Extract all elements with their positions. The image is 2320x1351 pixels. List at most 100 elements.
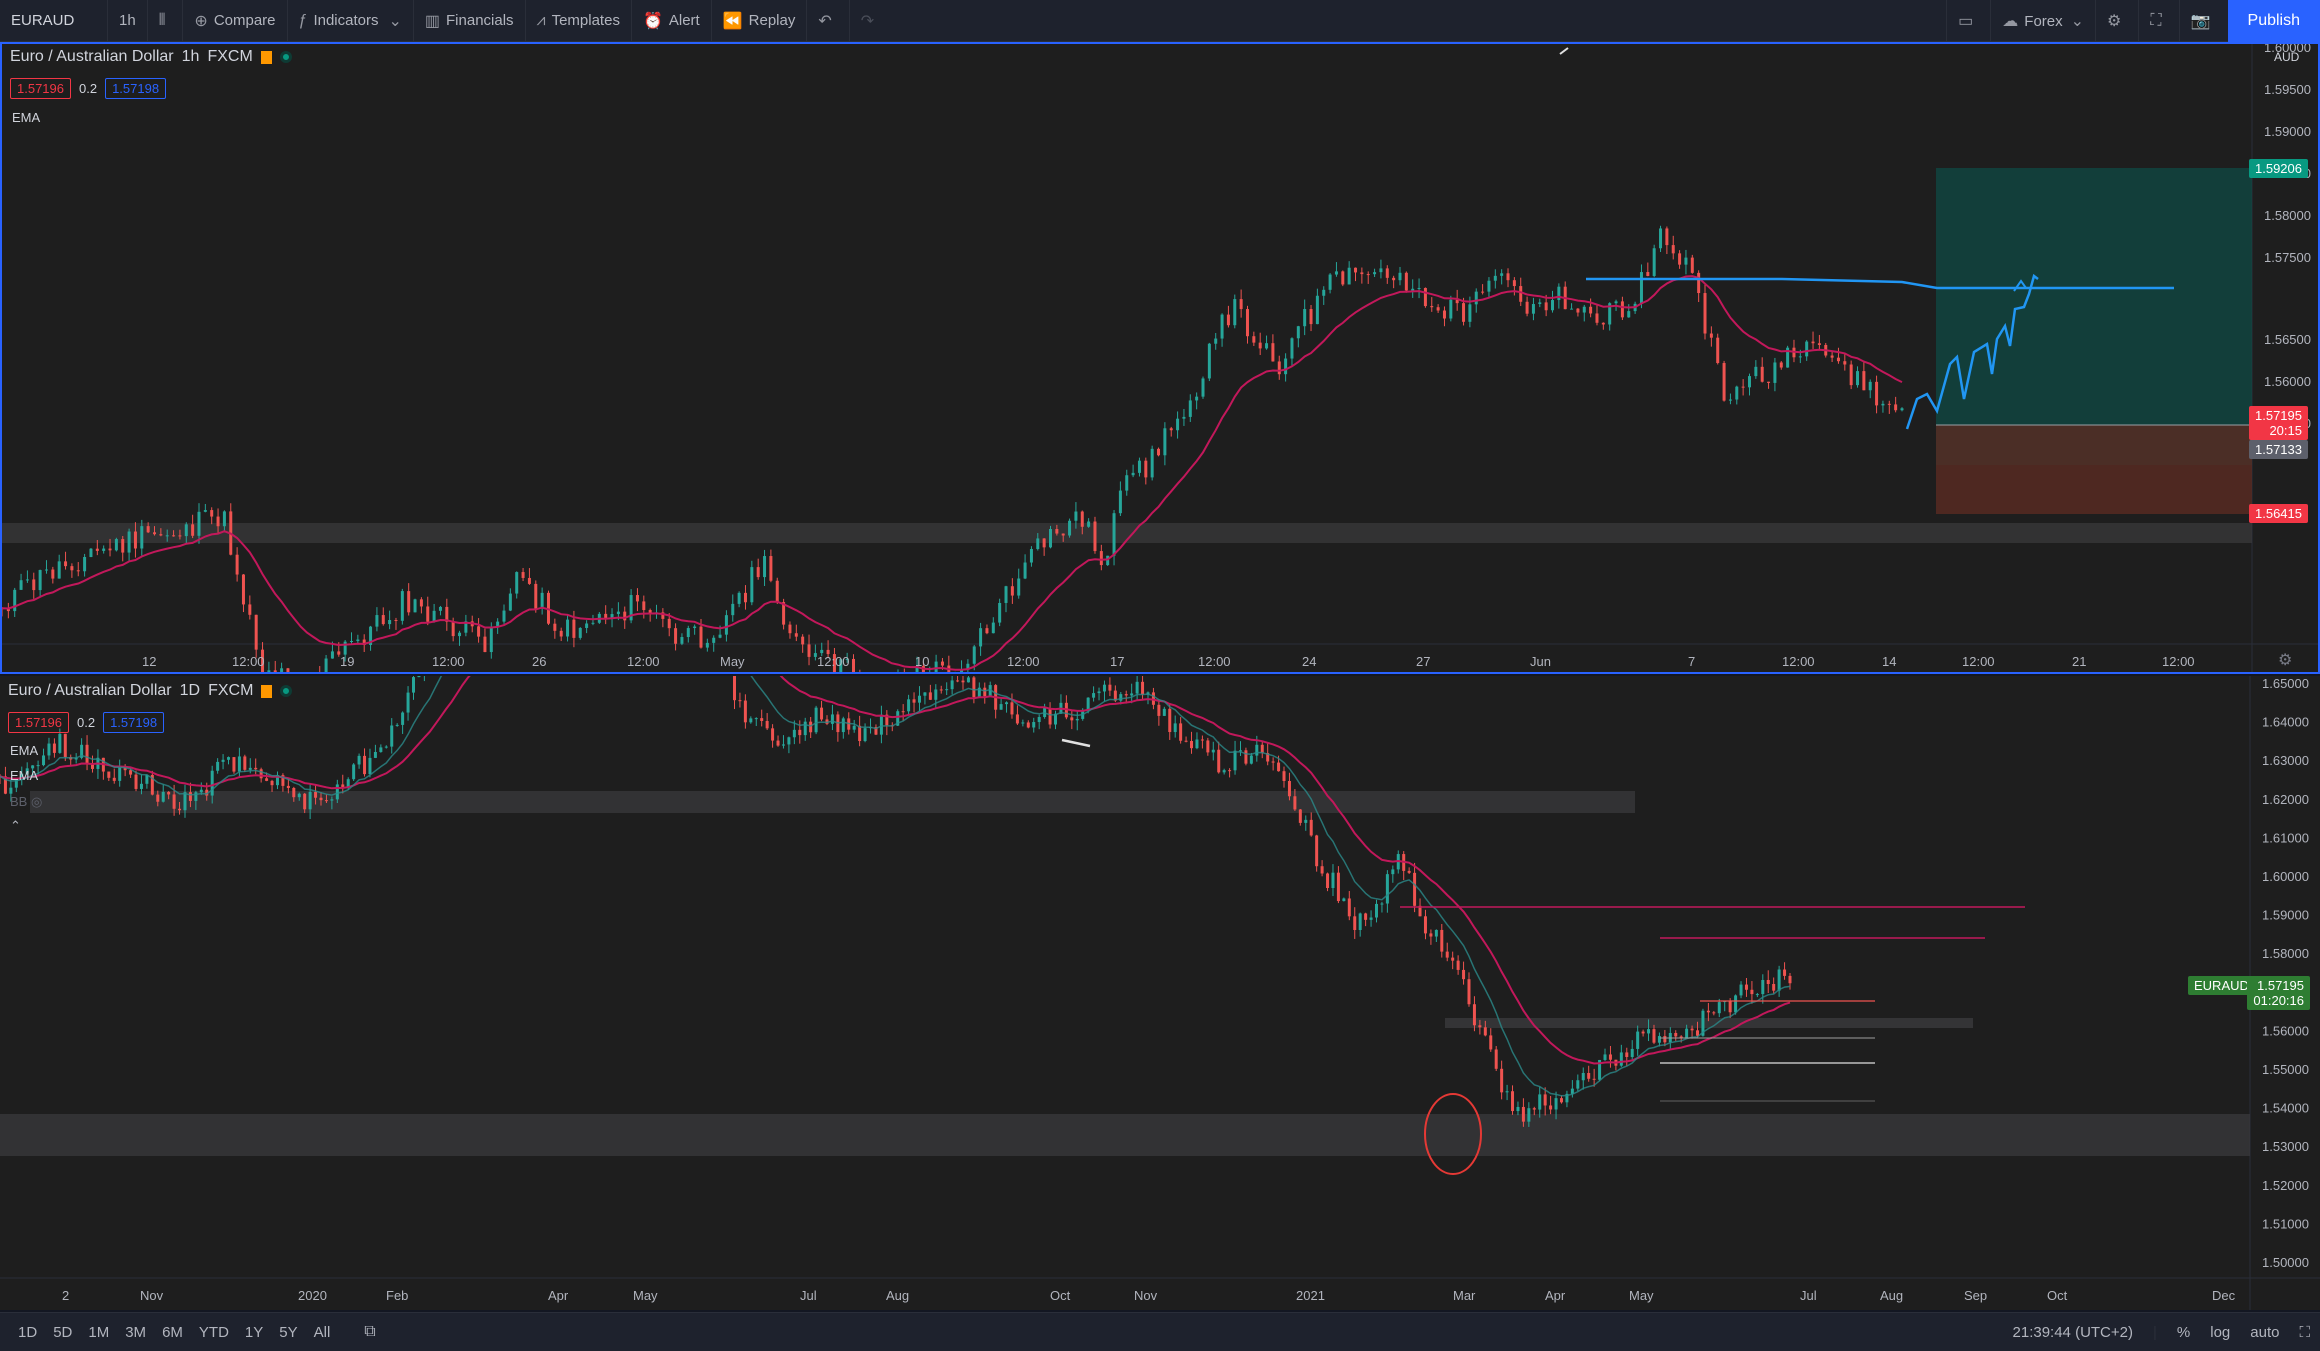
candle-body <box>1538 1094 1542 1110</box>
layout-button[interactable]: ▭ <box>1946 0 1990 42</box>
candle-body <box>1856 371 1860 386</box>
fullscreen-corner-icon[interactable]: ⛶ <box>2289 1324 2320 1341</box>
bid-price[interactable]: 1.57196 <box>10 78 71 99</box>
financials-button[interactable]: ▥ Financials <box>414 0 526 42</box>
position-stop-zone[interactable] <box>1936 425 2252 514</box>
publish-button[interactable]: Publish <box>2227 0 2320 42</box>
settings-button[interactable]: ⚙ <box>2095 0 2138 42</box>
price-chart-1h[interactable]: 1.600001.595001.590001.585001.580001.575… <box>2 44 2318 672</box>
symbol-legend-1h[interactable]: Euro / Australian Dollar 1h FXCM <box>10 48 292 66</box>
undo-button[interactable]: ↶ <box>807 0 850 42</box>
bid-price[interactable]: 1.57196 <box>8 712 69 733</box>
candle-body <box>375 615 379 627</box>
candle-body <box>750 567 754 603</box>
fullscreen-button[interactable]: ⛶ <box>2138 0 2178 42</box>
mid-zone-1d[interactable] <box>1445 1018 1973 1028</box>
chart-pane-1d[interactable]: 1.65000 1.64000 1.63000 1.62000 1.61000 1.600… <box>0 676 2320 1310</box>
candle-body <box>400 591 404 621</box>
range-button-1d[interactable]: 1D <box>10 1324 45 1341</box>
range-button-1y[interactable]: 1Y <box>237 1324 271 1341</box>
log-toggle[interactable]: log <box>2200 1324 2240 1341</box>
clock-label[interactable]: 21:39:44 (UTC+2) <box>2003 1324 2143 1341</box>
hidden-eye-icon[interactable]: ◎ <box>31 794 42 809</box>
candle-body <box>1360 272 1364 275</box>
indicator-ema-label-2[interactable]: EMA <box>10 768 38 783</box>
range-button-6m[interactable]: 6M <box>154 1324 191 1341</box>
candle-body <box>1304 819 1308 823</box>
candle-body <box>788 624 792 634</box>
candle-body <box>1772 983 1776 991</box>
ask-price[interactable]: 1.57198 <box>103 712 165 733</box>
price-tick-label: 1.63000 <box>2262 753 2309 768</box>
position-target-zone[interactable] <box>1936 168 2252 465</box>
candle-body <box>1200 739 1204 741</box>
range-button-ytd[interactable]: YTD <box>191 1324 237 1341</box>
collapse-legend-icon[interactable]: ⌃ <box>10 818 21 834</box>
candle-body <box>248 767 252 770</box>
indicators-button[interactable]: ƒ Indicators ⌄ <box>288 0 414 42</box>
indicator-ema-label[interactable]: EMA <box>12 110 40 125</box>
candle-body <box>1207 343 1211 379</box>
symbol-legend-1d[interactable]: Euro / Australian Dollar 1D FXCM <box>8 682 293 700</box>
candle-body <box>159 534 163 536</box>
price-chart-1d[interactable]: 1.65000 1.64000 1.63000 1.62000 1.61000 1.600… <box>0 676 2320 1310</box>
candle-body <box>760 718 764 721</box>
candle-body <box>1157 704 1161 716</box>
replay-button[interactable]: ⏪ Replay <box>712 0 808 42</box>
ask-price[interactable]: 1.57198 <box>105 78 167 99</box>
templates-label: Templates <box>551 12 620 29</box>
symbol-search[interactable]: EURAUD <box>0 0 108 42</box>
range-button-5d[interactable]: 5D <box>45 1324 80 1341</box>
range-button-all[interactable]: All <box>306 1324 339 1341</box>
chart-type-button[interactable]: ⫴ <box>148 0 184 42</box>
candle-body <box>1201 378 1205 397</box>
candle-body <box>19 580 23 590</box>
candle-body <box>411 677 415 693</box>
templates-button[interactable]: ⩘ Templates <box>526 0 632 42</box>
candle-body <box>1298 809 1302 823</box>
candle-body <box>1303 309 1307 327</box>
range-button-3m[interactable]: 3M <box>117 1324 154 1341</box>
candle-body <box>156 794 160 802</box>
candle-body <box>781 744 785 746</box>
auto-toggle[interactable]: auto <box>2240 1324 2289 1341</box>
candle-body <box>1108 684 1112 691</box>
indicator-bb-label[interactable]: BB ◎ <box>10 794 42 810</box>
candle-body <box>314 791 318 798</box>
candle-body <box>1137 460 1141 473</box>
flag-icon[interactable] <box>260 50 272 64</box>
indicator-ema-label-1[interactable]: EMA <box>10 743 38 758</box>
candle-body <box>1379 268 1383 273</box>
goto-date-icon[interactable]: ⧉ <box>356 1323 383 1341</box>
compare-button[interactable]: ⊕ Compare <box>183 0 288 42</box>
redo-button[interactable]: ↷ <box>850 0 891 42</box>
candle-body <box>121 539 125 553</box>
interval-button[interactable]: 1h <box>108 0 148 42</box>
axis-settings-icon[interactable]: ⚙ <box>2278 650 2292 670</box>
time-tick-label: Aug <box>1880 1288 1903 1303</box>
support-zone-1d[interactable] <box>0 1114 2250 1156</box>
flag-icon[interactable] <box>261 684 273 698</box>
candle-body <box>1258 342 1262 349</box>
candle-body <box>1817 343 1821 345</box>
candle-body <box>798 729 802 736</box>
time-tick-label: 12:00 <box>432 654 465 669</box>
chart-pane-1h[interactable]: 1.600001.595001.590001.585001.580001.575… <box>0 42 2320 674</box>
candle-body <box>1125 475 1129 491</box>
candle-body <box>923 692 927 696</box>
candle-body <box>979 628 983 647</box>
candle-body <box>1392 277 1396 281</box>
snapshot-button[interactable]: 📷 <box>2178 0 2228 42</box>
candle-body <box>1811 341 1815 344</box>
candle-body <box>1657 1036 1661 1043</box>
candle-body <box>1385 874 1389 904</box>
range-button-1m[interactable]: 1M <box>80 1324 117 1341</box>
candle-body <box>1783 969 1787 976</box>
alert-button[interactable]: ⏰ Alert <box>632 0 712 42</box>
market-button[interactable]: ☁ Forex ⌄ <box>1990 0 2095 42</box>
percent-toggle[interactable]: % <box>2167 1324 2200 1341</box>
range-button-5y[interactable]: 5Y <box>271 1324 305 1341</box>
time-tick-label: 12:00 <box>1782 654 1815 669</box>
candle-body <box>1070 717 1074 721</box>
resistance-zone-1d[interactable] <box>30 791 1635 813</box>
